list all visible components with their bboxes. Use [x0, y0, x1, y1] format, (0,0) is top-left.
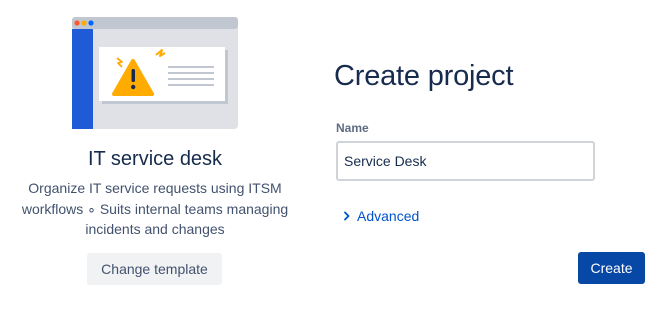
advanced-label: Advanced	[357, 208, 420, 224]
chevron-right-icon	[344, 211, 350, 221]
create-button[interactable]: Create	[578, 252, 645, 284]
warning-window-illustration-icon	[72, 17, 238, 129]
advanced-toggle[interactable]: Advanced	[343, 206, 419, 226]
template-description: Organize IT service requests using ITSM …	[21, 180, 289, 237]
change-template-button[interactable]: Change template	[87, 253, 222, 285]
page-title: Create project	[334, 60, 514, 92]
name-field[interactable]	[336, 141, 595, 181]
create-project-page: IT service desk Organize IT service requ…	[0, 0, 671, 312]
name-label: Name	[336, 121, 369, 135]
template-title: IT service desk	[87, 148, 223, 170]
